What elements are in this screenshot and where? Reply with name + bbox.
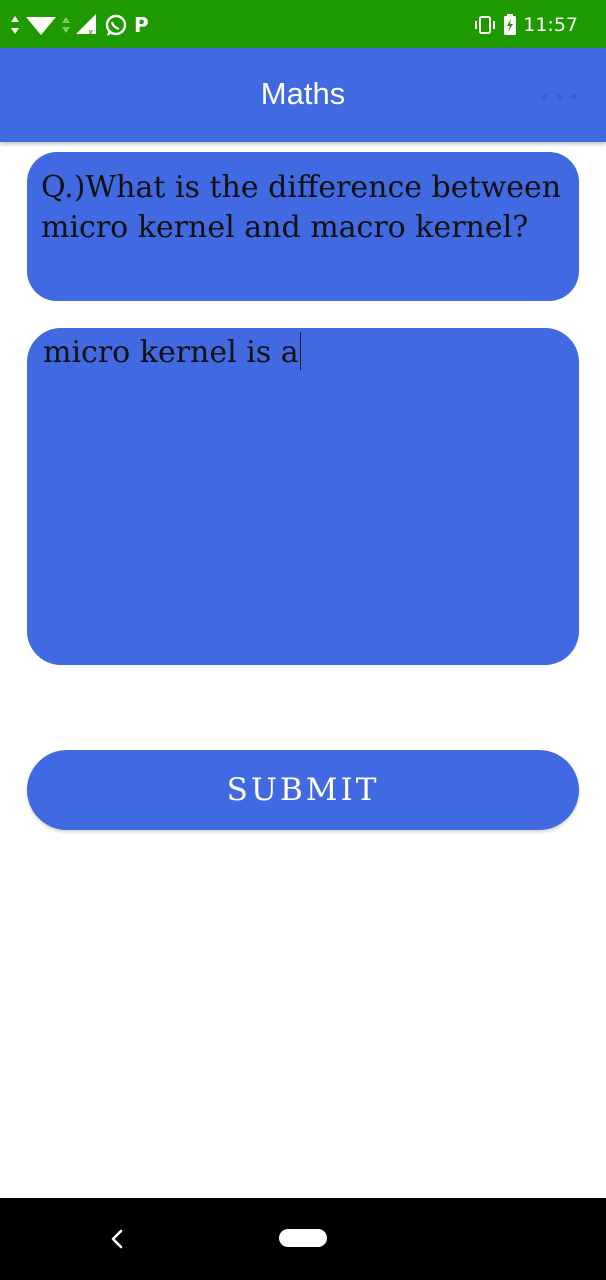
question-card: Q.)What is the difference between micro … [27,152,579,301]
app-bar: Maths [0,48,606,142]
submit-button-label: SUBMIT [226,772,380,808]
data-arrows-icon [11,16,19,34]
system-nav-bar [0,1198,606,1280]
signal-icon: x [76,14,96,36]
submit-button[interactable]: SUBMIT [27,750,579,830]
whatsapp-icon [105,14,127,36]
wifi-icon [26,17,56,35]
vibrate-icon [475,16,496,34]
page-title: Maths [260,76,346,111]
p-icon: P [134,13,149,37]
data-arrows-icon-2 [62,17,70,33]
answer-input-value: micro kernel is a [43,335,299,370]
svg-text:x: x [88,28,94,36]
answer-input[interactable]: micro kernel is a [27,328,579,665]
text-caret [299,332,301,370]
battery-charging-icon [504,14,517,35]
more-horizontal-icon[interactable] [542,90,576,102]
status-time: 11:57 [523,14,578,36]
status-right-icons: 11:57 [473,10,578,40]
question-text: Q.)What is the difference between micro … [41,170,562,245]
status-left-icons: x P [10,10,149,40]
back-chevron-icon[interactable] [106,1228,128,1250]
home-pill-icon[interactable] [279,1229,327,1247]
status-bar: x P 11:57 [0,0,606,48]
